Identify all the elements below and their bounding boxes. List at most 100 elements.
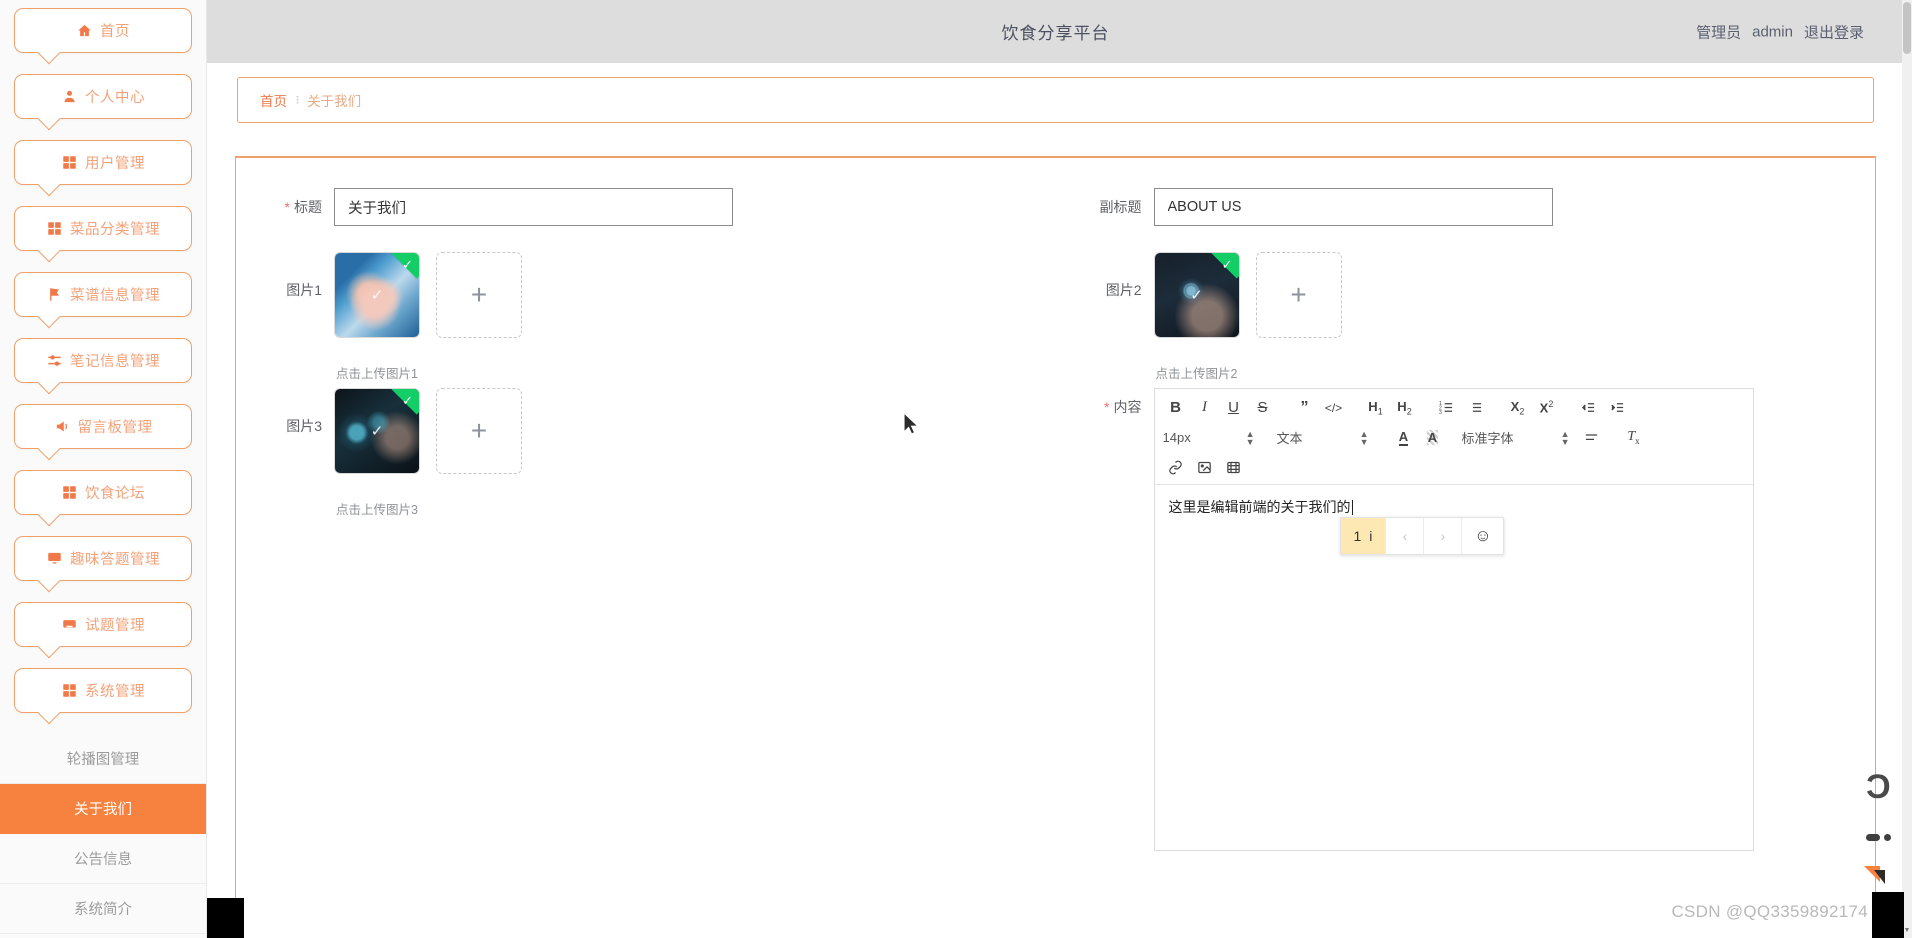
link-icon[interactable] <box>1163 456 1189 479</box>
sidebar-item-note-info-management[interactable]: 笔记信息管理 <box>14 338 192 383</box>
image-icon[interactable] <box>1192 456 1218 479</box>
sidebar-item-personal-center[interactable]: 个人中心 <box>14 74 192 119</box>
sidebar-item-quiz-management[interactable]: 趣味答题管理 <box>14 536 192 581</box>
check-icon: ✓ <box>370 287 384 304</box>
widget-dots-icon <box>1866 834 1891 841</box>
text-style-select[interactable]: 文本 ▲ ▼ <box>1277 426 1369 449</box>
image1-field: 图片1 ✓ ✓ + 点击上传图片1 <box>236 252 1056 382</box>
subtitle-input[interactable] <box>1153 188 1553 226</box>
image2-thumbnail[interactable]: ✓ ✓ <box>1153 252 1240 338</box>
image3-tip: 点击上传图片3 <box>336 503 418 517</box>
font-color-icon[interactable]: A <box>1391 426 1417 449</box>
monitor-icon <box>46 550 63 567</box>
video-icon[interactable] <box>1221 456 1247 479</box>
heading-1-icon[interactable]: H1 <box>1363 396 1389 419</box>
italic-icon[interactable]: I <box>1192 396 1218 419</box>
pencil-tip-icon <box>1874 870 1885 884</box>
editor-content-area[interactable]: 这里是编辑前端的关于我们的 1 i ‹ › ☺ <box>1155 485 1753 850</box>
clear-format-icon[interactable]: Tx <box>1621 426 1647 449</box>
rich-text-editor: B I U S ” </> H1 H2 1 2 3 X2 X2 14px ▲ ▼… <box>1153 388 1754 851</box>
check-icon: ✓ <box>370 423 384 440</box>
page-title: 饮食分享平台 <box>1001 24 1110 43</box>
sidebar-item-exam-question-management[interactable]: 试题管理 <box>14 602 192 647</box>
floating-widget[interactable]: C <box>1862 768 1902 890</box>
sidebar-item-label: 饮食论坛 <box>85 486 145 502</box>
sidebar-subitem-announcement-info[interactable]: 公告信息 <box>0 834 206 884</box>
image1-col: 图片1 ✓ ✓ + 点击上传图片1 <box>236 252 1056 382</box>
ordered-list-icon[interactable]: 123 <box>1434 396 1460 419</box>
sidebar-subitem-about-us[interactable]: 关于我们 <box>0 784 206 834</box>
svg-text:3: 3 <box>1439 410 1442 415</box>
flag-icon <box>46 286 63 303</box>
check-icon: ✓ <box>402 257 413 272</box>
content-field: * 内容 B I U S ” </> H1 H2 1 2 3 X2 X2 14p… <box>1056 388 1876 851</box>
code-icon[interactable]: </> <box>1321 396 1347 419</box>
unordered-list-icon[interactable] <box>1463 396 1489 419</box>
blockquote-icon[interactable]: ” <box>1292 396 1318 419</box>
image2-upload-zone: ✓ ✓ + <box>1153 252 1342 338</box>
widget-glyph-icon: C <box>1866 768 1891 806</box>
sidebar-subitem-carousel-management[interactable]: 轮播图管理 <box>0 734 206 784</box>
form-col-right: 副标题 <box>1056 188 1876 226</box>
heading-2-icon[interactable]: H2 <box>1392 396 1418 419</box>
breadcrumb-home[interactable]: 首页 <box>260 90 287 110</box>
sidebar-item-recipe-info-management[interactable]: 菜谱信息管理 <box>14 272 192 317</box>
user-area: 管理员 admin 退出登录 <box>1696 21 1864 42</box>
check-icon: ✓ <box>402 393 413 408</box>
image1-add-button[interactable]: + <box>436 252 522 338</box>
image2-label: 图片2 <box>1105 282 1142 298</box>
ime-next-button[interactable]: › <box>1423 518 1461 554</box>
underline-icon[interactable]: U <box>1221 396 1247 419</box>
chevron-updown-icon: ▲ ▼ <box>1245 428 1255 447</box>
breadcrumb-separator-icon: ፧ <box>296 92 299 107</box>
title-input[interactable] <box>334 188 733 226</box>
form-col-left: * 标题 <box>236 188 1056 226</box>
background-color-icon[interactable]: A <box>1420 426 1446 449</box>
image3-add-button[interactable]: + <box>436 388 522 474</box>
sidebar-menu: 首页 个人中心 用户管理 菜品分类管理 菜谱信息管理 笔记信息管理 留言板管理 … <box>0 0 206 934</box>
content-label: * 内容 <box>1104 399 1142 415</box>
page-scrollbar[interactable]: ▲ ▼ <box>1902 0 1912 938</box>
image2-col: 图片2 ✓ ✓ + 点击上传图片2 <box>1056 252 1876 382</box>
content-area: 首页 ፧ 关于我们 *标题 副标题 <box>207 63 1904 938</box>
sidebar-subitem-system-intro[interactable]: 系统简介 <box>0 884 206 934</box>
emoji-icon[interactable]: ☺ <box>1461 518 1503 554</box>
sidebar-item-label: 试题管理 <box>85 618 145 634</box>
editor-toolbar-row-2: 14px ▲ ▼ 文本 ▲ ▼ A A 标准字体 ▲ ▼ Tx <box>1163 425 1745 450</box>
sidebar-item-home[interactable]: 首页 <box>14 8 192 53</box>
scrollbar-thumb[interactable] <box>1903 2 1911 54</box>
indent-icon[interactable] <box>1605 396 1631 419</box>
bold-icon[interactable]: B <box>1163 396 1189 419</box>
ime-prev-button[interactable]: ‹ <box>1385 518 1423 554</box>
ime-candidate-index: 1 <box>1353 527 1362 544</box>
image3-thumbnail[interactable]: ✓ ✓ <box>334 388 420 474</box>
subscript-icon[interactable]: X2 <box>1505 396 1531 419</box>
sidebar-item-user-management[interactable]: 用户管理 <box>14 140 192 185</box>
ime-candidate-text: i <box>1369 527 1373 544</box>
inbox-icon <box>61 616 78 633</box>
ime-candidate-1[interactable]: 1 i <box>1340 518 1386 554</box>
outdent-icon[interactable] <box>1576 396 1602 419</box>
image1-thumbnail[interactable]: ✓ ✓ <box>334 252 420 338</box>
align-icon[interactable] <box>1579 426 1605 449</box>
image2-add-button[interactable]: + <box>1255 252 1342 338</box>
sidebar-item-system-management[interactable]: 系统管理 <box>14 668 192 713</box>
sidebar-item-label: 首页 <box>100 24 130 40</box>
grid-icon <box>61 682 78 699</box>
sidebar-item-diet-forum[interactable]: 饮食论坛 <box>14 470 192 515</box>
check-icon: ✓ <box>1221 257 1233 272</box>
strikethrough-icon[interactable]: S <box>1250 396 1276 419</box>
user-name: admin <box>1752 23 1793 40</box>
sidebar-item-message-board-management[interactable]: 留言板管理 <box>14 404 192 449</box>
font-family-select[interactable]: 标准字体 ▲ ▼ <box>1462 426 1570 449</box>
image3-label: 图片3 <box>286 418 322 434</box>
sidebar-item-label: 笔记信息管理 <box>70 354 160 370</box>
image1-label: 图片1 <box>286 282 322 298</box>
sidebar-item-dish-category-management[interactable]: 菜品分类管理 <box>14 206 192 251</box>
superscript-icon[interactable]: X2 <box>1534 396 1560 419</box>
sidebar: 首页 个人中心 用户管理 菜品分类管理 菜谱信息管理 笔记信息管理 留言板管理 … <box>0 0 207 938</box>
subtitle-label: 副标题 <box>1099 199 1142 215</box>
form-row-images-1-2: 图片1 ✓ ✓ + 点击上传图片1 图片2 ✓ ✓ + 点击上传图片2 <box>236 252 1875 382</box>
font-size-select[interactable]: 14px ▲ ▼ <box>1163 426 1255 449</box>
logout-button[interactable]: 退出登录 <box>1804 21 1864 42</box>
